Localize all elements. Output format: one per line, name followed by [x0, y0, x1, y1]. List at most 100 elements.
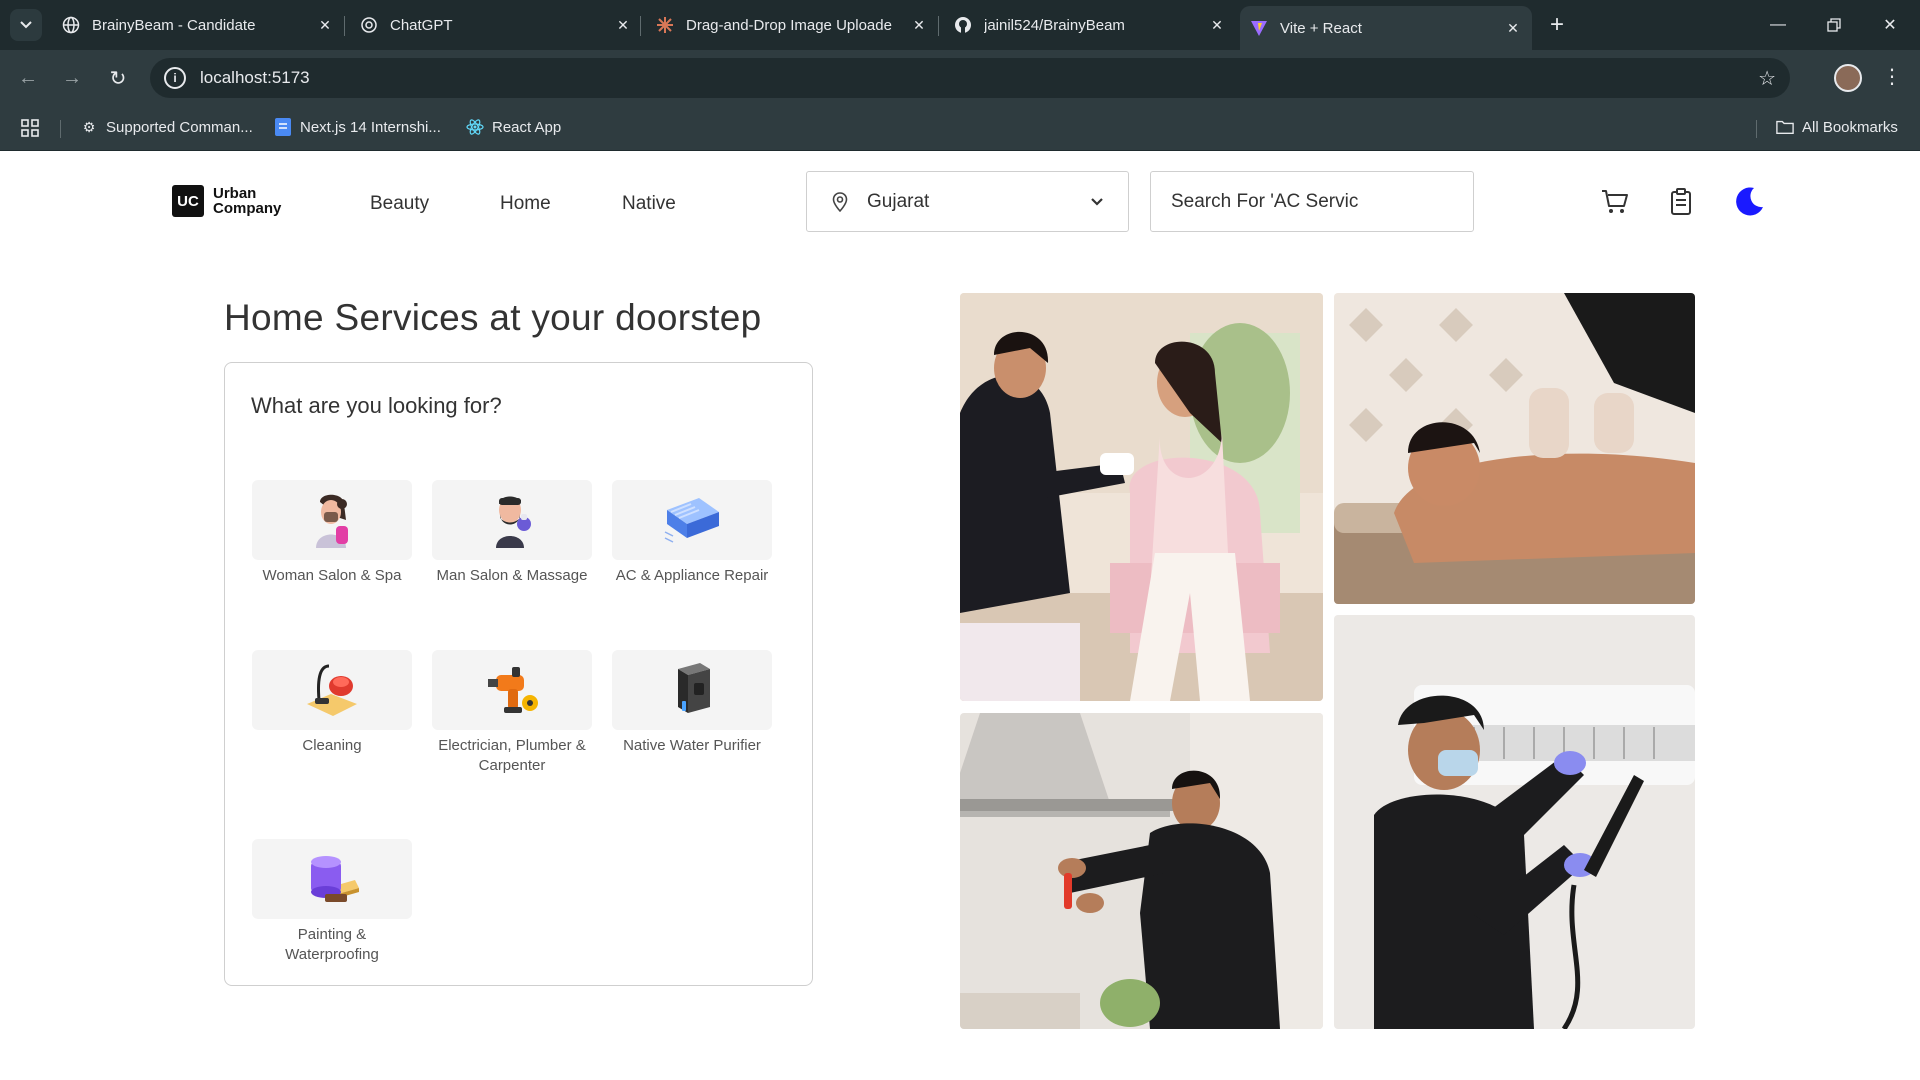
- bookmark-react-app[interactable]: React App: [466, 118, 561, 136]
- service-label: Woman Salon & Spa: [262, 567, 402, 584]
- apps-button[interactable]: [20, 118, 40, 138]
- water-purifier-icon: [678, 663, 710, 713]
- service-cleaning[interactable]: Cleaning: [252, 650, 412, 756]
- tab-drag-drop[interactable]: Drag-and-Drop Image Uploade ✕: [646, 8, 938, 42]
- avatar[interactable]: [1834, 64, 1862, 92]
- service-label: Electrician, Plumber & Carpenter: [438, 737, 586, 774]
- woman-salon-icon: [316, 494, 348, 548]
- service-tile[interactable]: [612, 480, 772, 560]
- urban-company-logo[interactable]: UC Urban Company: [172, 185, 293, 217]
- paint-icon: [311, 856, 359, 902]
- service-ac-repair[interactable]: AC & Appliance Repair: [612, 480, 772, 586]
- services-card-title: What are you looking for?: [251, 393, 502, 418]
- service-painting[interactable]: Painting & Waterproofing: [252, 839, 412, 965]
- minimize-button[interactable]: —: [1758, 8, 1798, 42]
- browser-tab-bar: BrainyBeam - Candidate ✕ ChatGPT ✕ Drag-…: [0, 0, 1920, 50]
- all-bookmarks-button[interactable]: All Bookmarks: [1776, 118, 1898, 136]
- tab-vite-react[interactable]: Vite + React ✕: [1240, 6, 1532, 50]
- location-pin-icon: [832, 191, 848, 212]
- bookmark-divider: [60, 120, 61, 138]
- tab-github[interactable]: jainil524/BrainyBeam ✕: [944, 8, 1236, 42]
- more-menu-icon[interactable]: ⋮: [1882, 64, 1902, 89]
- github-icon: [954, 16, 972, 34]
- tab-brainybeam[interactable]: BrainyBeam - Candidate ✕: [52, 8, 344, 42]
- service-water-purifier[interactable]: Native Water Purifier: [612, 650, 772, 756]
- vite-icon: [1250, 19, 1268, 37]
- close-icon: ✕: [1883, 17, 1897, 34]
- services-card: What are you looking for? Woman Salon & …: [224, 362, 813, 986]
- clipboard-icon[interactable]: [1666, 187, 1696, 217]
- address-bar[interactable]: i localhost:5173 ☆: [150, 58, 1790, 98]
- chatgpt-icon: [360, 16, 378, 34]
- nav-native[interactable]: Native: [622, 193, 676, 215]
- massage-photo: [1334, 293, 1695, 604]
- url-text: localhost:5173: [200, 68, 310, 87]
- nav-home[interactable]: Home: [500, 193, 551, 215]
- bookmark-divider: [1756, 120, 1757, 138]
- search-input[interactable]: Search For 'AC Servic: [1150, 171, 1474, 232]
- logo-mark: UC: [172, 185, 204, 217]
- forward-button[interactable]: →: [58, 64, 86, 92]
- service-label: Painting & Waterproofing: [285, 926, 379, 963]
- bookmark-label: Next.js 14 Internshi...: [300, 118, 441, 136]
- carpenter-photo: [960, 713, 1323, 1029]
- service-label: Native Water Purifier: [623, 737, 761, 754]
- close-icon[interactable]: ✕: [910, 16, 928, 34]
- service-tile[interactable]: [252, 480, 412, 560]
- nav-beauty[interactable]: Beauty: [370, 193, 429, 215]
- back-button[interactable]: ←: [14, 64, 42, 92]
- service-woman-salon[interactable]: Woman Salon & Spa: [252, 480, 412, 586]
- reload-button[interactable]: ↻: [104, 64, 132, 92]
- reload-icon: ↻: [109, 67, 127, 90]
- logo-line-2: Company: [213, 200, 282, 217]
- bookmarks-bar: ⚙ Supported Comman... Next.js 14 Interns…: [0, 106, 1920, 151]
- bookmark-label: React App: [492, 118, 562, 136]
- location-value: Gujarat: [867, 190, 930, 212]
- restore-icon: [1827, 18, 1841, 32]
- folder-icon: [1776, 118, 1794, 136]
- bookmark-nextjs[interactable]: Next.js 14 Internshi...: [274, 118, 441, 136]
- address-bar-row: ← → ↻ i localhost:5173 ☆ ⋮: [0, 50, 1920, 106]
- react-icon: [466, 118, 484, 136]
- new-tab-button[interactable]: +: [1542, 10, 1572, 40]
- woman-salon-photo: [960, 293, 1323, 701]
- info-icon[interactable]: i: [164, 67, 186, 89]
- close-window-button[interactable]: ✕: [1870, 8, 1910, 42]
- claude-icon: [656, 16, 674, 34]
- gear-icon: ⚙: [82, 118, 96, 135]
- minimize-icon: —: [1770, 16, 1786, 33]
- close-icon[interactable]: ✕: [1504, 19, 1522, 37]
- page: UC Urban Company Beauty Home Native Guja…: [0, 151, 1920, 1080]
- close-icon[interactable]: ✕: [1208, 16, 1226, 34]
- service-tile[interactable]: [612, 650, 772, 730]
- moon-icon[interactable]: [1732, 185, 1766, 219]
- doc-icon: [274, 118, 292, 136]
- ac-repair-icon: [664, 498, 719, 543]
- chevron-down-icon: [20, 21, 32, 29]
- star-icon[interactable]: ☆: [1758, 66, 1776, 91]
- service-label: Man Salon & Massage: [436, 567, 588, 584]
- cart-icon[interactable]: [1600, 187, 1630, 217]
- service-tile[interactable]: [252, 839, 412, 919]
- location-select[interactable]: Gujarat: [806, 171, 1129, 232]
- man-salon-icon: [496, 496, 531, 548]
- arrow-left-icon: ←: [18, 66, 38, 89]
- restore-button[interactable]: [1814, 8, 1854, 42]
- tab-title: Drag-and-Drop Image Uploade: [686, 16, 892, 34]
- tab-search-button[interactable]: [10, 9, 42, 41]
- tab-chatgpt[interactable]: ChatGPT ✕: [350, 8, 642, 42]
- service-tile[interactable]: [432, 650, 592, 730]
- hero-title: Home Services at your doorstep: [224, 297, 762, 338]
- service-man-salon[interactable]: Man Salon & Massage: [432, 480, 592, 586]
- service-tile[interactable]: [252, 650, 412, 730]
- service-tile[interactable]: [432, 480, 592, 560]
- service-electrician[interactable]: Electrician, Plumber & Carpenter: [432, 650, 592, 776]
- bookmark-supported-commands[interactable]: ⚙ Supported Comman...: [80, 118, 253, 136]
- logo-text: Urban Company: [213, 186, 293, 216]
- close-icon[interactable]: ✕: [316, 16, 334, 34]
- tab-title: Vite + React: [1280, 19, 1362, 37]
- logo-line-1: Urban: [213, 185, 257, 202]
- close-icon[interactable]: ✕: [614, 16, 632, 34]
- drill-icon: [488, 667, 538, 713]
- bookmark-label: All Bookmarks: [1802, 118, 1898, 136]
